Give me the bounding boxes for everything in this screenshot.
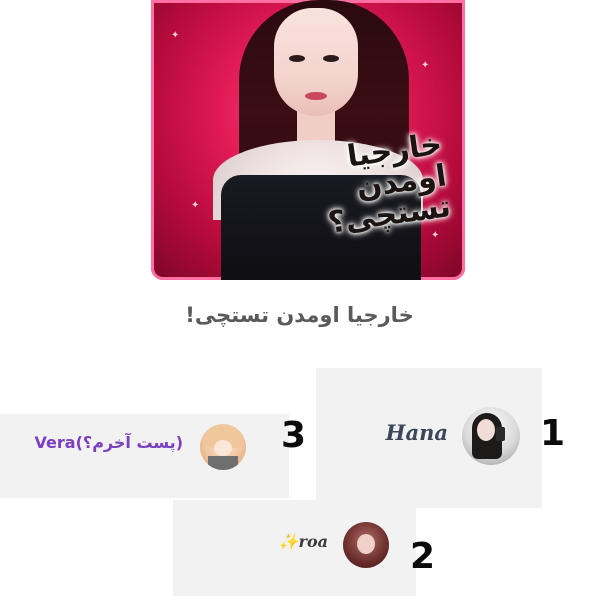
post-title: خارجیا اومدن تستچی! xyxy=(185,303,414,327)
avatar[interactable] xyxy=(462,407,520,465)
cover-eye-left xyxy=(289,55,305,62)
avatar-face xyxy=(357,534,375,554)
sparkle-icon: ✦ xyxy=(171,30,180,41)
avatar-face xyxy=(477,419,495,441)
avatar[interactable] xyxy=(200,424,246,470)
cover-lips xyxy=(305,92,327,100)
user-name[interactable]: Hana xyxy=(386,420,448,445)
user-name[interactable]: Vera(پست آخرم؟) xyxy=(35,433,183,452)
avatar-clothing xyxy=(208,456,238,470)
sparkle-icon: ✦ xyxy=(421,60,430,71)
cover-eye-right xyxy=(323,55,339,62)
leaderboard-card-3[interactable] xyxy=(0,414,289,498)
rank-number: 2 xyxy=(410,536,436,577)
cover-image[interactable]: ✦ ✦ ✦ ✦ خارجیا اومدن تستچی؟ xyxy=(151,0,465,280)
rank-number: 1 xyxy=(540,413,566,454)
phone-icon xyxy=(496,427,505,441)
avatar-face xyxy=(214,440,232,456)
sparkle-icon: ✦ xyxy=(191,200,200,211)
rank-number: 3 xyxy=(281,415,307,456)
user-name[interactable]: ✨roa xyxy=(279,532,328,551)
sparkle-icon: ✦ xyxy=(431,230,440,241)
avatar[interactable] xyxy=(343,522,389,568)
